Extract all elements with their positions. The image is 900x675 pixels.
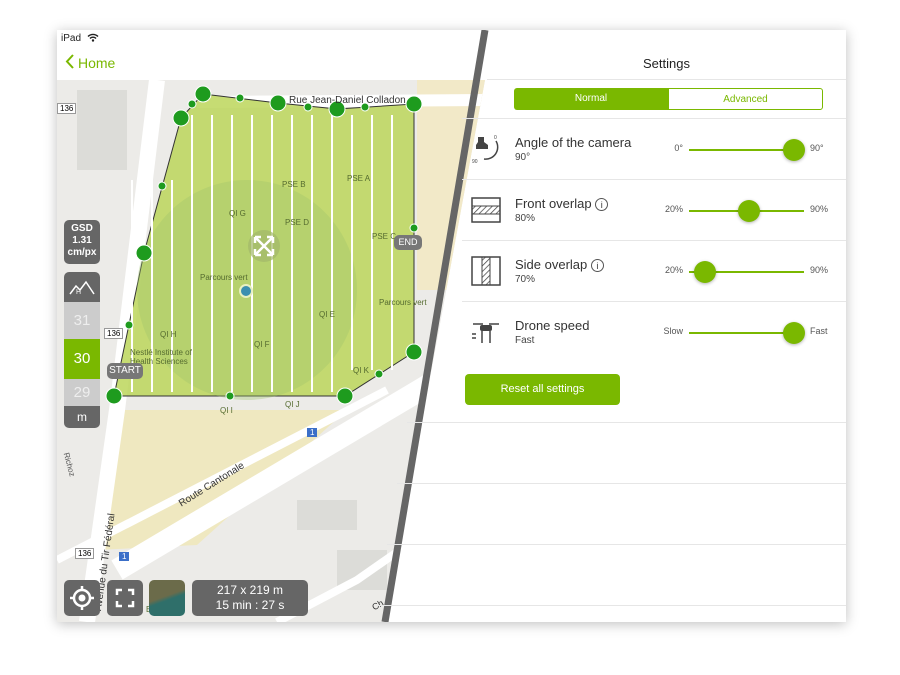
setting-row: Side overlap i 70% 20% 90%: [462, 240, 846, 301]
slider-thumb[interactable]: [782, 322, 805, 344]
setting-title: Front overlap i: [515, 196, 609, 211]
setting-row: Front overlap i 80% 20% 90%: [462, 179, 846, 240]
setting-title: Angle of the camera: [515, 135, 632, 150]
setting-slider[interactable]: [689, 261, 804, 283]
svg-text:0: 0: [494, 135, 497, 141]
reset-settings-button[interactable]: Reset all settings: [465, 374, 620, 405]
setting-row: Drone speed Fast Slow Fast: [462, 301, 846, 362]
setting-value: 90°: [515, 152, 531, 163]
slider-min-label: 20%: [664, 204, 683, 214]
info-icon[interactable]: i: [590, 259, 604, 272]
camera-angle-icon: 0 90: [470, 133, 502, 165]
slider-max-label: 90%: [810, 265, 829, 275]
slider-min-label: 0°: [674, 143, 683, 153]
setting-slider[interactable]: [689, 139, 805, 161]
setting-row: 0 90 Angle of the camera 90° 0° 90°: [462, 118, 846, 179]
tab-advanced[interactable]: Advanced: [668, 88, 823, 110]
setting-title: Side overlap i: [515, 257, 604, 272]
settings-title: Settings: [643, 56, 690, 71]
front-overlap-icon: [470, 194, 502, 226]
tab-normal[interactable]: Normal: [514, 88, 668, 110]
setting-value: Fast: [515, 335, 535, 346]
slider-thumb[interactable]: [782, 139, 805, 161]
drone-icon: [470, 316, 502, 348]
slider-thumb[interactable]: [737, 200, 760, 222]
setting-value: 80%: [515, 213, 536, 224]
setting-slider[interactable]: [689, 200, 804, 222]
slider-min-label: 20%: [664, 265, 683, 275]
slider-thumb[interactable]: [694, 261, 717, 283]
slider-max-label: 90%: [810, 204, 829, 214]
slider-max-label: 90°: [810, 143, 824, 153]
info-icon[interactable]: i: [595, 198, 609, 211]
svg-text:90: 90: [472, 159, 478, 165]
setting-slider[interactable]: [689, 322, 805, 344]
ipad-screen: iPad Home Rue Jean-Daniel Colladon Avenu…: [57, 30, 846, 622]
slider-max-label: Fast: [810, 326, 828, 336]
side-overlap-icon: [470, 255, 502, 287]
setting-title: Drone speed: [515, 318, 590, 333]
slider-min-label: Slow: [663, 326, 683, 336]
setting-value: 70%: [515, 274, 536, 285]
